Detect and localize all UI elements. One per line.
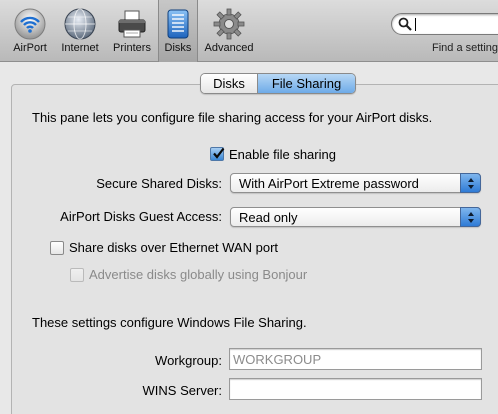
internet-globe-icon — [64, 8, 96, 40]
toolbar-label-advanced: Advanced — [204, 42, 254, 54]
share-wan-checkbox[interactable] — [50, 241, 64, 255]
windows-description: These settings configure Windows File Sh… — [32, 315, 307, 330]
workgroup-label: Workgroup: — [155, 353, 222, 368]
workgroup-input[interactable] — [230, 349, 481, 369]
toolbar-item-internet[interactable]: Internet — [56, 4, 104, 58]
enable-file-sharing-checkbox[interactable] — [210, 147, 225, 161]
secure-shared-disks-label: Secure Shared Disks: — [96, 176, 222, 191]
secure-shared-disks-popup[interactable]: With AirPort Extreme password — [230, 173, 481, 193]
toolbar-item-advanced[interactable]: Advanced — [201, 4, 257, 58]
toolbar: AirPort Internet Printers Disks Advanced… — [0, 0, 498, 62]
popup-arrows-icon — [460, 173, 481, 193]
airport-icon — [14, 8, 46, 40]
search-hint: Find a setting — [432, 42, 498, 54]
share-wan-label: Share disks over Ethernet WAN port — [69, 240, 279, 255]
tab-file-sharing[interactable]: File Sharing — [258, 74, 355, 93]
advertise-bonjour-checkbox[interactable] — [70, 268, 84, 282]
popup-arrows-icon — [460, 207, 481, 227]
toolbar-label-airport: AirPort — [13, 42, 47, 54]
checkmark-icon — [213, 147, 225, 159]
text-caret — [415, 18, 416, 31]
toolbar-label-printers: Printers — [113, 42, 151, 54]
toolbar-label-internet: Internet — [61, 42, 99, 54]
toolbar-item-printers[interactable]: Printers — [108, 4, 156, 58]
secure-shared-disks-value: With AirPort Extreme password — [239, 176, 419, 191]
workgroup-field[interactable] — [229, 348, 482, 370]
search-icon — [398, 17, 412, 31]
search-field[interactable] — [391, 13, 498, 35]
wins-server-input[interactable] — [230, 379, 481, 399]
guest-access-popup[interactable]: Read only — [230, 207, 481, 227]
toolbar-item-disks[interactable]: Disks — [158, 0, 198, 62]
wins-server-field[interactable] — [229, 378, 482, 400]
toolbar-label-disks: Disks — [164, 42, 192, 54]
disk-icon — [167, 9, 189, 39]
advertise-bonjour-label: Advertise disks globally using Bonjour — [89, 267, 308, 282]
enable-file-sharing-label: Enable file sharing — [229, 147, 336, 162]
guest-access-label: AirPort Disks Guest Access: — [60, 209, 222, 224]
gear-icon — [213, 8, 245, 40]
wins-server-label: WINS Server: — [142, 383, 222, 398]
guest-access-value: Read only — [239, 210, 298, 225]
tab-bar: Disks File Sharing — [200, 73, 356, 94]
panel-description: This pane lets you configure file sharin… — [32, 110, 433, 125]
tab-disks[interactable]: Disks — [201, 74, 258, 93]
printer-icon — [118, 10, 146, 38]
toolbar-item-airport[interactable]: AirPort — [8, 4, 52, 58]
